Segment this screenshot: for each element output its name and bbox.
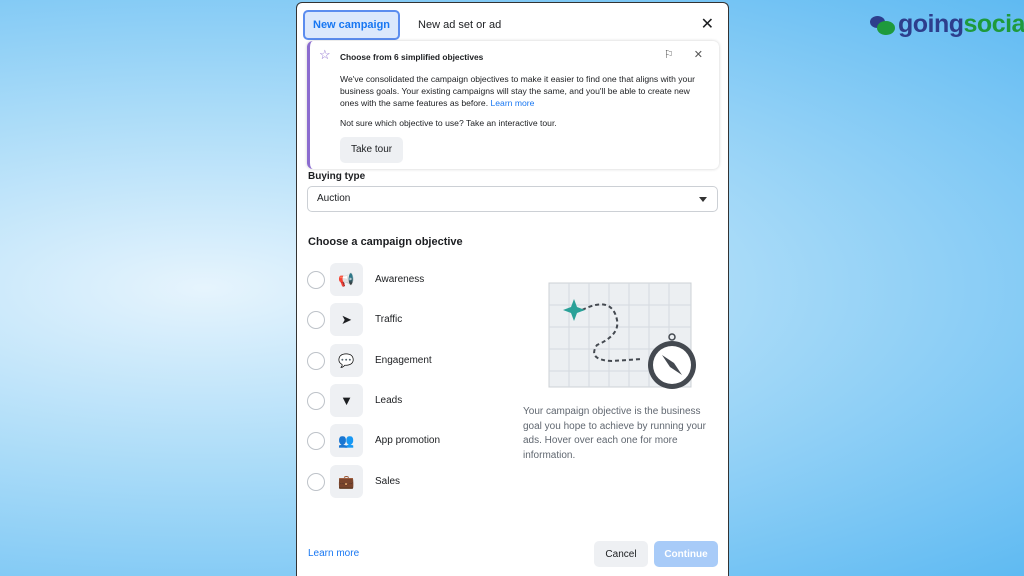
star-icon: ☆: [319, 47, 331, 62]
cancel-button[interactable]: Cancel: [594, 541, 648, 567]
radio[interactable]: [307, 351, 325, 370]
megaphone-icon: 📢: [330, 263, 363, 296]
notice-title: Choose from 6 simplified objectives: [340, 52, 484, 62]
objective-sales[interactable]: 💼 Sales: [307, 465, 400, 498]
objective-label: Sales: [375, 476, 401, 487]
chat-bubbles-icon: 💬: [330, 344, 363, 377]
radio[interactable]: [307, 431, 325, 450]
objective-engagement[interactable]: 💬 Engagement: [307, 344, 432, 377]
radio[interactable]: [307, 472, 325, 491]
footer-learn-more-link[interactable]: Learn more: [308, 548, 359, 559]
feedback-icon[interactable]: ⚐: [664, 49, 674, 61]
caret-down-icon: [699, 197, 707, 202]
objectives-notice: ☆ ⚐ ✕ Choose from 6 simplified objectives…: [307, 41, 719, 169]
create-campaign-modal: New campaign New ad set or ad ✕ ☆ ⚐ ✕ Cho…: [296, 2, 729, 576]
radio[interactable]: [307, 270, 325, 289]
funnel-icon: ▼: [330, 384, 363, 417]
objective-label: Traffic: [375, 314, 403, 325]
objective-description: Your campaign objective is the business …: [523, 406, 706, 461]
objective-awareness[interactable]: 📢 Awareness: [307, 263, 424, 296]
close-icon[interactable]: ✕: [701, 14, 714, 34]
tab-new-campaign[interactable]: New campaign: [303, 10, 401, 40]
objective-label: Awareness: [375, 274, 425, 285]
notice-learn-more-link[interactable]: Learn more: [490, 98, 534, 108]
logo-text-going: going: [898, 10, 964, 38]
people-icon: 👥: [330, 424, 363, 457]
objective-traffic[interactable]: ➤ Traffic: [307, 303, 402, 336]
continue-button[interactable]: Continue: [654, 541, 718, 567]
objective-heading: Choose a campaign objective: [308, 236, 463, 248]
dismiss-notice-icon[interactable]: ✕: [694, 49, 703, 61]
take-tour-button[interactable]: Take tour: [340, 137, 404, 163]
buying-type-value: Auction: [317, 193, 351, 204]
logo-text-social: social: [963, 10, 1024, 38]
tour-text: Not sure which objective to use? Take an…: [340, 118, 557, 128]
objective-app-promotion[interactable]: 👥 App promotion: [307, 424, 440, 457]
radio[interactable]: [307, 310, 325, 329]
buying-type-select[interactable]: Auction: [307, 186, 718, 212]
map-compass-illustration: [548, 282, 696, 389]
briefcase-icon: 💼: [330, 465, 363, 498]
objective-leads[interactable]: ▼ Leads: [307, 384, 402, 417]
goingsocial-logo: goingsocial: [870, 10, 1024, 39]
buying-type-label: Buying type: [308, 171, 366, 182]
objective-label: App promotion: [375, 435, 441, 446]
objective-label: Leads: [375, 395, 403, 406]
tab-new-ad-set-or-ad[interactable]: New ad set or ad: [410, 12, 509, 38]
cursor-icon: ➤: [330, 303, 363, 336]
chat-bubble-logo-icon: [870, 14, 896, 36]
objective-label: Engagement: [375, 355, 432, 366]
radio[interactable]: [307, 391, 325, 410]
